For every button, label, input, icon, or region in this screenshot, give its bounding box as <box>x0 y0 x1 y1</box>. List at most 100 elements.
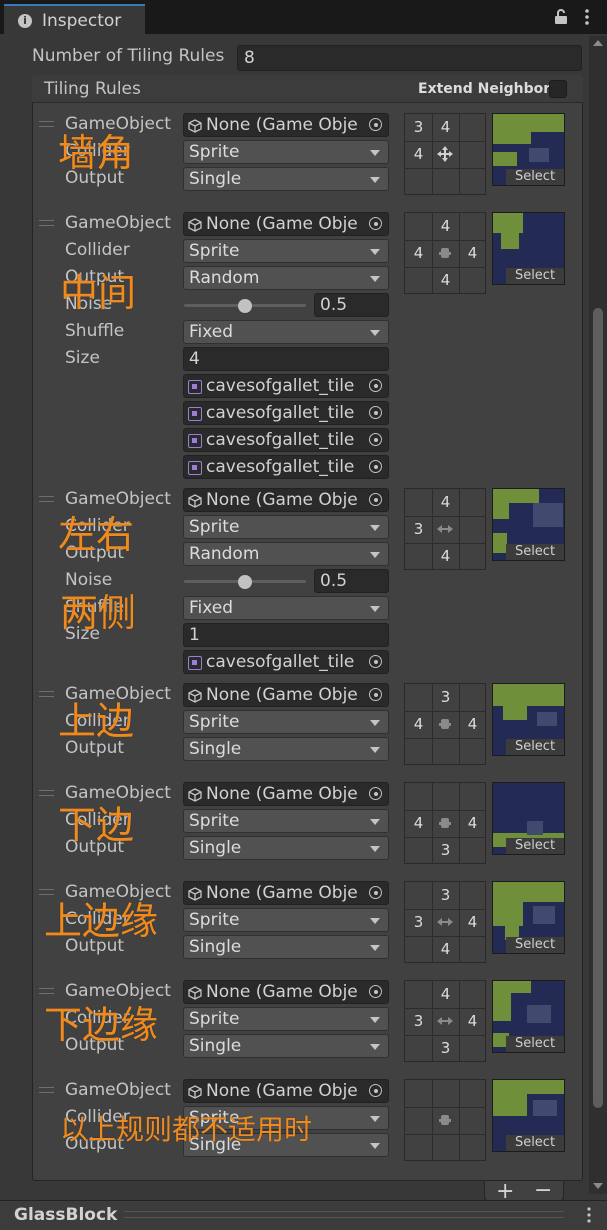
noise-slider-handle[interactable] <box>238 299 252 313</box>
neighbor-cell[interactable] <box>459 1035 486 1062</box>
neighbor-cell[interactable] <box>459 267 486 294</box>
neighbor-cell[interactable]: 3 <box>432 882 459 909</box>
kebab-menu-icon[interactable] <box>584 1206 594 1224</box>
scroll-down-arrow-icon[interactable] <box>593 1183 603 1189</box>
gameobject-field[interactable]: None (Game Obje <box>183 683 389 707</box>
neighbor-cell[interactable]: 3 <box>432 684 459 711</box>
output-dropdown[interactable]: Single <box>183 1034 389 1058</box>
object-picker-icon[interactable] <box>364 402 388 424</box>
gameobject-field[interactable]: None (Game Obje <box>183 881 389 905</box>
noise-value-field[interactable]: 0.5 <box>314 293 389 317</box>
select-sprite-button[interactable]: Select <box>506 838 564 854</box>
neighbor-grid[interactable]: 4444 <box>404 212 486 294</box>
collider-dropdown[interactable]: Sprite <box>183 1007 389 1031</box>
neighbor-cell[interactable] <box>405 543 432 570</box>
neighbor-cell[interactable] <box>405 882 432 909</box>
gameobject-field[interactable]: None (Game Obje <box>183 212 389 236</box>
gameobject-field[interactable]: None (Game Obje <box>183 980 389 1004</box>
output-dropdown[interactable]: Random <box>183 542 389 566</box>
object-picker-icon[interactable] <box>364 375 388 397</box>
sprite-object-field[interactable]: cavesofgallet_tile <box>183 374 389 398</box>
neighbor-cell[interactable]: 4 <box>432 936 459 963</box>
neighbor-cell[interactable]: 3 <box>432 837 459 864</box>
neighbor-cell[interactable] <box>405 981 432 1008</box>
sprite-preview[interactable]: Select <box>492 488 565 561</box>
output-dropdown[interactable]: Single <box>183 836 389 860</box>
neighbor-cell[interactable]: 4 <box>405 141 432 168</box>
neighbor-cell[interactable] <box>405 1080 432 1107</box>
neighbor-cell[interactable] <box>432 1134 459 1161</box>
sprite-preview[interactable]: Select <box>492 212 565 285</box>
neighbor-cell[interactable] <box>459 1080 486 1107</box>
rule-drag-handle-icon[interactable] <box>39 889 54 895</box>
neighbor-cell[interactable]: 4 <box>432 213 459 240</box>
neighbor-cell[interactable]: 4 <box>459 240 486 267</box>
collider-dropdown[interactable]: Sprite <box>183 239 389 263</box>
neighbor-cell[interactable] <box>405 738 432 765</box>
rule-drag-handle-icon[interactable] <box>39 988 54 994</box>
neighbor-cell[interactable] <box>432 738 459 765</box>
neighbor-cell[interactable] <box>405 1035 432 1062</box>
neighbor-cell[interactable] <box>459 1134 486 1161</box>
neighbor-cell[interactable]: 4 <box>432 543 459 570</box>
select-sprite-button[interactable]: Select <box>506 1135 564 1151</box>
select-sprite-button[interactable]: Select <box>506 1036 564 1052</box>
scroll-up-arrow-icon[interactable] <box>593 40 603 46</box>
select-sprite-button[interactable]: Select <box>506 937 564 953</box>
kebab-menu-icon[interactable] <box>582 8 592 26</box>
neighbor-cell[interactable] <box>405 684 432 711</box>
rule-drag-handle-icon[interactable] <box>39 691 54 697</box>
output-dropdown[interactable]: Single <box>183 737 389 761</box>
object-picker-icon[interactable] <box>364 783 388 805</box>
neighbor-cell[interactable]: 4 <box>405 240 432 267</box>
rule-drag-handle-icon[interactable] <box>39 496 54 502</box>
shuffle-dropdown[interactable]: Fixed <box>183 596 389 620</box>
neighbor-cell[interactable] <box>459 783 486 810</box>
select-sprite-button[interactable]: Select <box>506 544 564 560</box>
neighbor-grid[interactable]: 4343 <box>404 980 486 1062</box>
neighbor-cell[interactable] <box>405 1107 432 1134</box>
neighbor-grid[interactable]: 344 <box>404 113 486 195</box>
neighbor-cell[interactable]: 3 <box>432 1035 459 1062</box>
neighbor-cell[interactable] <box>459 114 486 141</box>
neighbor-cell[interactable] <box>459 684 486 711</box>
collider-dropdown[interactable]: Sprite <box>183 515 389 539</box>
neighbor-cell[interactable] <box>405 837 432 864</box>
neighbor-cell[interactable] <box>459 168 486 195</box>
neighbor-grid[interactable]: 344 <box>404 683 486 765</box>
neighbor-cell[interactable] <box>405 168 432 195</box>
object-picker-icon[interactable] <box>364 114 388 136</box>
gameobject-field[interactable]: None (Game Obje <box>183 782 389 806</box>
extend-neighbor-checkbox[interactable] <box>549 80 567 98</box>
neighbor-cell[interactable] <box>405 267 432 294</box>
gameobject-field[interactable]: None (Game Obje <box>183 488 389 512</box>
neighbor-cell[interactable]: 4 <box>459 909 486 936</box>
resize-grip[interactable] <box>124 1211 564 1218</box>
neighbor-cell[interactable] <box>459 981 486 1008</box>
collider-dropdown[interactable]: Sprite <box>183 710 389 734</box>
neighbor-cell[interactable] <box>432 168 459 195</box>
neighbor-cell[interactable]: 4 <box>405 711 432 738</box>
neighbor-cell[interactable] <box>405 936 432 963</box>
neighbor-cell[interactable] <box>405 783 432 810</box>
rule-drag-handle-icon[interactable] <box>39 121 54 127</box>
select-sprite-button[interactable]: Select <box>506 739 564 755</box>
neighbor-grid[interactable]: 443 <box>404 782 486 864</box>
object-picker-icon[interactable] <box>364 213 388 235</box>
neighbor-cell[interactable]: 3 <box>405 114 432 141</box>
neighbor-cell[interactable]: 4 <box>459 810 486 837</box>
neighbor-cell[interactable]: 4 <box>459 1008 486 1035</box>
neighbor-cell[interactable] <box>459 936 486 963</box>
lock-icon[interactable] <box>554 9 568 25</box>
object-picker-icon[interactable] <box>364 981 388 1003</box>
neighbor-cell[interactable] <box>459 738 486 765</box>
neighbor-cell[interactable] <box>459 882 486 909</box>
sprite-object-field[interactable]: cavesofgallet_tile <box>183 428 389 452</box>
sprite-object-field[interactable]: cavesofgallet_tile <box>183 455 389 479</box>
output-dropdown[interactable]: Random <box>183 266 389 290</box>
rule-drag-handle-icon[interactable] <box>39 220 54 226</box>
object-picker-icon[interactable] <box>364 684 388 706</box>
neighbor-cell[interactable] <box>459 837 486 864</box>
object-picker-icon[interactable] <box>364 489 388 511</box>
sprite-object-field[interactable]: cavesofgallet_tile <box>183 650 389 674</box>
